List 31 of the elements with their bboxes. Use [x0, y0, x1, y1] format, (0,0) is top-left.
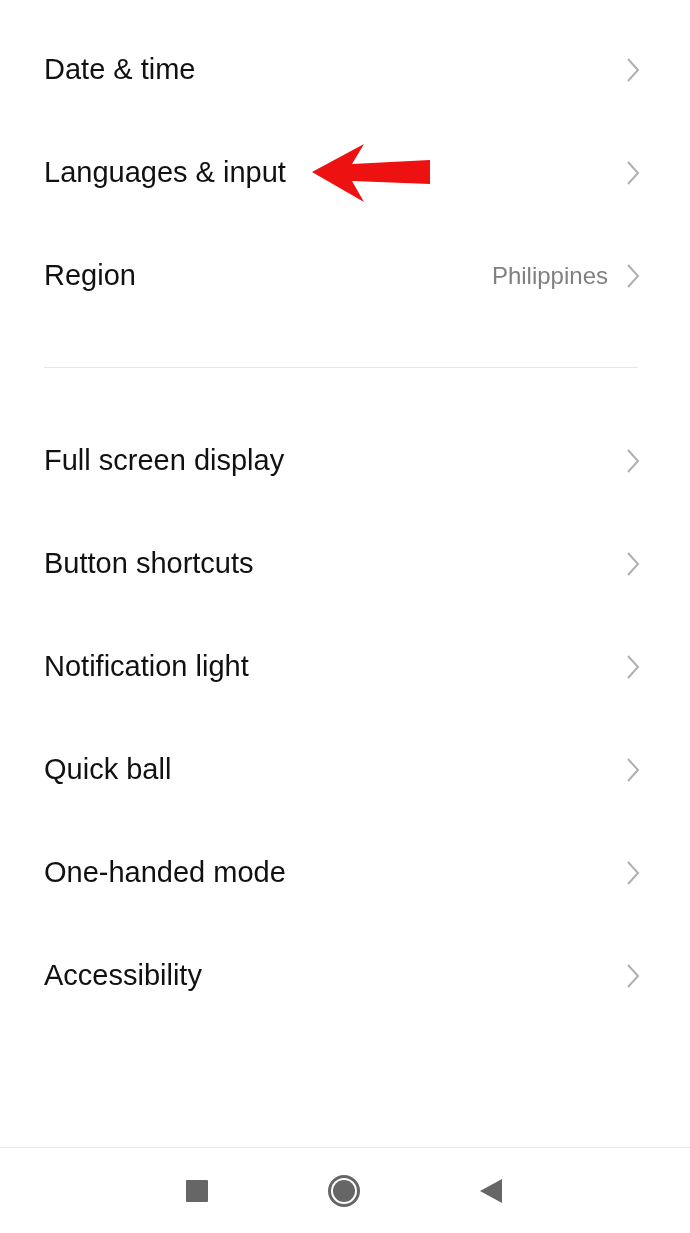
chevron-right-icon	[626, 550, 640, 577]
settings-label: Region	[44, 259, 136, 292]
settings-item[interactable]: Region Philippines	[0, 224, 690, 327]
settings-item[interactable]: Button shortcuts	[0, 512, 690, 615]
chevron-right-icon	[626, 56, 640, 83]
settings-item[interactable]: Accessibility	[0, 924, 690, 1027]
settings-item[interactable]: Quick ball	[0, 718, 690, 821]
settings-item[interactable]: Full screen display	[0, 409, 690, 512]
settings-label: Quick ball	[44, 753, 172, 786]
chevron-right-icon	[626, 756, 640, 783]
settings-label: Languages & input	[44, 156, 286, 189]
chevron-right-icon	[626, 962, 640, 989]
settings-label: Accessibility	[44, 959, 202, 992]
settings-label: One-handed mode	[44, 856, 286, 889]
chevron-right-icon	[626, 447, 640, 474]
settings-item[interactable]: Notification light	[0, 615, 690, 718]
chevron-right-icon	[626, 859, 640, 886]
home-nav-icon[interactable]	[328, 1174, 360, 1207]
chevron-right-icon	[626, 159, 640, 186]
settings-label: Date & time	[44, 53, 196, 86]
back-nav-icon[interactable]	[480, 1177, 504, 1204]
chevron-right-icon	[626, 262, 640, 289]
settings-label: Notification light	[44, 650, 249, 683]
settings-item[interactable]: Languages & input	[0, 121, 690, 224]
settings-label: Full screen display	[44, 444, 285, 477]
settings-label: Button shortcuts	[44, 547, 254, 580]
square-nav-icon[interactable]	[186, 1179, 208, 1202]
settings-item[interactable]: One-handed mode	[0, 821, 690, 924]
chevron-right-icon	[626, 653, 640, 680]
settings-item[interactable]: Date & time	[0, 18, 690, 121]
settings-value: Philippines	[491, 261, 608, 290]
